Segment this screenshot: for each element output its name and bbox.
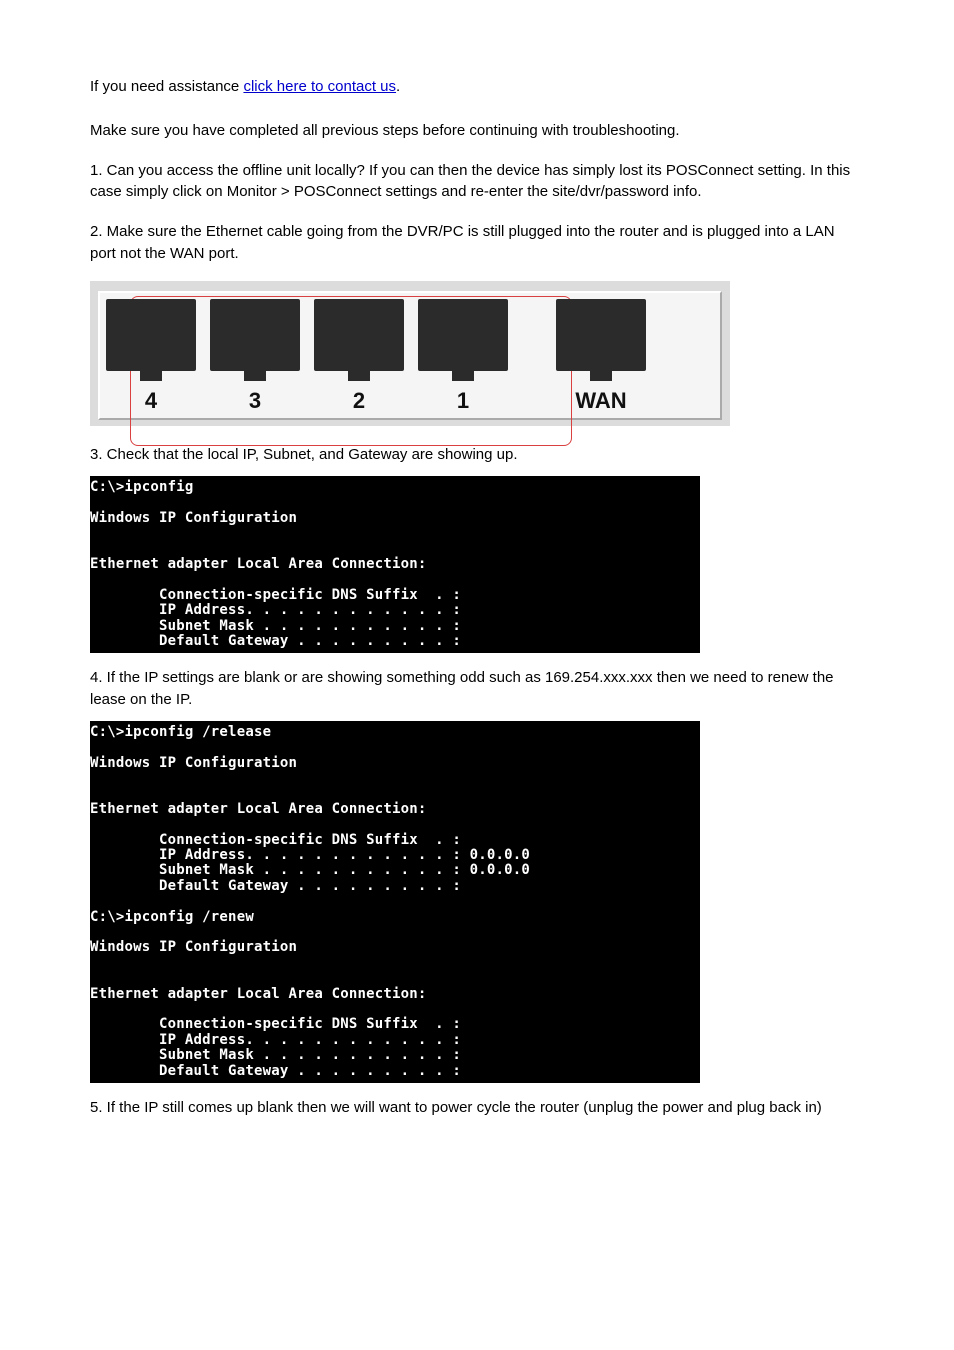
ethernet-port-icon bbox=[418, 299, 508, 371]
step-4-text: 4. If the IP settings are blank or are s… bbox=[90, 667, 864, 711]
port-row: 4 3 2 1 WAN bbox=[106, 299, 714, 417]
port-label: 1 bbox=[457, 385, 469, 417]
lan-port-1: 1 bbox=[418, 299, 508, 417]
step-3-text: 3. Check that the local IP, Subnet, and … bbox=[90, 444, 864, 466]
contact-suffix: . bbox=[396, 78, 400, 95]
lan-port-3: 3 bbox=[210, 299, 300, 417]
ethernet-port-icon bbox=[314, 299, 404, 371]
lan-port-2: 2 bbox=[314, 299, 404, 417]
port-label: 2 bbox=[353, 385, 365, 417]
header-note: Make sure you have completed all previou… bbox=[90, 120, 864, 142]
ethernet-port-icon bbox=[106, 299, 196, 371]
contact-prefix: If you need assistance bbox=[90, 78, 243, 95]
port-label: 4 bbox=[145, 385, 157, 417]
step-5-text: 5. If the IP still comes up blank then w… bbox=[90, 1097, 864, 1119]
port-label: WAN bbox=[575, 385, 626, 417]
cmd-output-ipconfig: C:\>ipconfig Windows IP Configuration Et… bbox=[90, 476, 700, 653]
router-plate: 4 3 2 1 WAN bbox=[98, 291, 722, 421]
ethernet-port-icon bbox=[210, 299, 300, 371]
lan-port-4: 4 bbox=[106, 299, 196, 417]
step-1-text: 1. Can you access the offline unit local… bbox=[90, 160, 864, 204]
contact-link[interactable]: click here to contact us bbox=[243, 78, 396, 95]
document-page: { "intro": { "contact_prefix": "If you n… bbox=[0, 0, 954, 1350]
port-label: 3 bbox=[249, 385, 261, 417]
cmd-output-release-renew: C:\>ipconfig /release Windows IP Configu… bbox=[90, 721, 700, 1083]
wan-port: WAN bbox=[556, 299, 646, 417]
router-image: 4 3 2 1 WAN bbox=[90, 281, 730, 427]
ethernet-port-icon bbox=[556, 299, 646, 371]
step-2-text: 2. Make sure the Ethernet cable going fr… bbox=[90, 221, 864, 265]
intro-paragraph: If you need assistance click here to con… bbox=[90, 76, 864, 98]
